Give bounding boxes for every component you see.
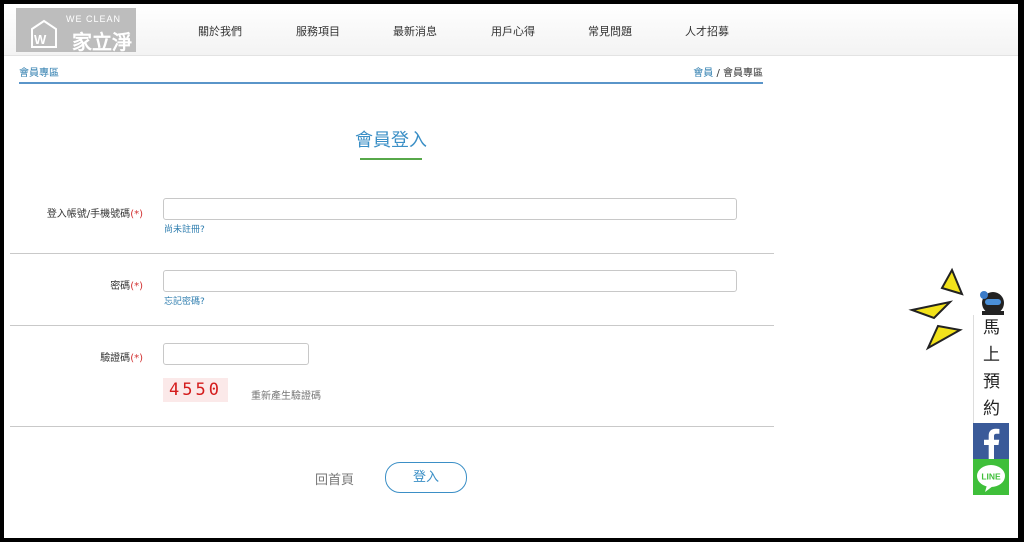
nav-careers[interactable]: 人才招募 <box>685 23 729 39</box>
facebook-icon <box>984 428 1000 459</box>
logo[interactable]: W WE CLEAN 家立淨 <box>16 8 136 54</box>
nav-news[interactable]: 最新消息 <box>393 23 437 39</box>
site-header: W WE CLEAN 家立淨 關於我們 服務項目 最新消息 用戶心得 常見問題 … <box>4 4 1018 56</box>
password-input[interactable] <box>163 270 737 292</box>
required-mark: (*) <box>130 209 143 220</box>
nav-reviews[interactable]: 用戶心得 <box>491 23 535 39</box>
section-title: 會員專區 <box>19 68 59 79</box>
refresh-captcha-link[interactable]: 重新產生驗證碼 <box>251 387 321 402</box>
required-mark: (*) <box>130 353 143 364</box>
register-link[interactable]: 尚未註冊? <box>164 222 205 235</box>
captcha-label-text: 驗證碼 <box>100 353 131 364</box>
captcha-input[interactable] <box>163 343 309 365</box>
booking-button[interactable]: 馬 上 預 約 <box>973 315 1009 423</box>
back-home-button[interactable]: 回首頁 <box>315 469 354 488</box>
breadcrumb-current: 會員專區 <box>723 68 763 79</box>
breadcrumb-separator: / <box>716 68 720 79</box>
line-icon: LINE <box>977 465 1005 492</box>
required-mark: (*) <box>130 281 143 292</box>
row-divider <box>10 426 774 427</box>
page-title: 會員登入 <box>355 130 427 151</box>
password-label-text: 密碼 <box>110 281 131 292</box>
row-divider <box>10 253 774 254</box>
row-divider <box>10 325 774 326</box>
booking-char: 馬 <box>983 318 1000 338</box>
mascot-icon <box>980 291 1004 317</box>
breadcrumb-home-link[interactable]: 會員 <box>693 68 713 79</box>
line-label: LINE <box>981 472 1001 482</box>
attention-burst-icon <box>908 267 964 351</box>
breadcrumb-divider <box>19 82 763 84</box>
facebook-button[interactable] <box>973 423 1009 459</box>
svg-text:W: W <box>34 32 47 47</box>
logo-box-icon: W <box>31 19 57 48</box>
booking-char: 上 <box>983 345 1000 365</box>
login-button[interactable]: 登入 <box>385 462 467 493</box>
logo-title: 家立淨 <box>72 30 132 54</box>
booking-char: 約 <box>983 399 1000 419</box>
captcha-image: 4550 <box>163 378 228 402</box>
account-label-text: 登入帳號/手機號碼 <box>46 209 131 220</box>
breadcrumb: 會員 / 會員專區 <box>693 64 763 79</box>
password-label: 密碼(*) <box>4 277 143 292</box>
captcha-label: 驗證碼(*) <box>4 349 143 364</box>
page: W WE CLEAN 家立淨 關於我們 服務項目 最新消息 用戶心得 常見問題 … <box>4 4 1018 538</box>
account-label: 登入帳號/手機號碼(*) <box>4 205 143 220</box>
nav-faq[interactable]: 常見問題 <box>588 23 632 39</box>
logo-subtitle: WE CLEAN <box>66 14 122 24</box>
booking-char: 預 <box>983 372 1000 392</box>
title-underline <box>360 158 422 160</box>
nav-about[interactable]: 關於我們 <box>198 23 242 39</box>
forgot-password-link[interactable]: 忘記密碼? <box>164 294 205 307</box>
account-input[interactable] <box>163 198 737 220</box>
nav-services[interactable]: 服務項目 <box>296 23 340 39</box>
line-button[interactable]: LINE <box>973 459 1009 495</box>
